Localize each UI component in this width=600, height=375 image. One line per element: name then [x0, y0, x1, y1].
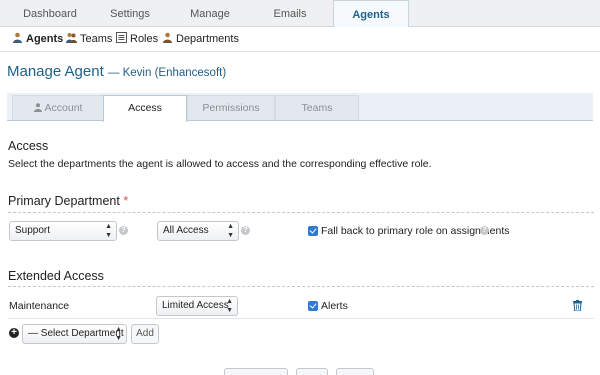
- select-value: All Access: [163, 225, 209, 236]
- divider: [8, 286, 594, 287]
- select-arrows-icon: ▲ ▼: [105, 223, 112, 239]
- primary-role-select[interactable]: All Access ▲ ▼: [157, 221, 239, 241]
- footer-button[interactable]: [224, 368, 288, 375]
- nav-tab-dashboard[interactable]: Dashboard: [12, 0, 88, 27]
- agent-icon: [12, 28, 23, 43]
- primary-department-select[interactable]: Support ▲ ▼: [9, 221, 117, 241]
- add-department-select[interactable]: — Select Department — ▲ ▼: [22, 324, 127, 344]
- teams-icon: [66, 28, 77, 43]
- help-icon[interactable]: ?: [480, 226, 489, 235]
- required-mark: *: [123, 194, 129, 208]
- select-arrows-icon: ▲ ▼: [115, 326, 122, 342]
- top-nav: Dashboard Settings Manage Emails Agents: [0, 0, 600, 28]
- divider: [8, 318, 594, 319]
- agent-tabs: Account Access Permissions Teams: [7, 93, 593, 122]
- trash-icon[interactable]: [573, 300, 582, 312]
- select-value: Limited Access: [162, 300, 229, 311]
- select-arrows-icon: ▲ ▼: [227, 223, 234, 239]
- extended-access-heading: Extended Access: [8, 269, 104, 283]
- tab-label: Permissions: [202, 102, 260, 114]
- alerts-label: Alerts: [321, 300, 348, 312]
- subnav-item-roles[interactable]: Roles: [116, 27, 158, 52]
- roles-icon: [116, 28, 127, 43]
- tab-account[interactable]: Account: [12, 95, 104, 120]
- subnav-item-departments[interactable]: Departments: [162, 27, 239, 52]
- tab-label: Account: [44, 102, 83, 114]
- nav-tab-manage[interactable]: Manage: [172, 0, 248, 27]
- nav-tab-agents[interactable]: Agents: [333, 0, 409, 28]
- help-icon[interactable]: ?: [119, 226, 128, 235]
- subnav-item-label: Teams: [80, 33, 113, 45]
- page-subtitle: — Kevin (Enhancesoft): [107, 67, 227, 79]
- page-title: Manage Agent — Kevin (Enhancesoft): [7, 63, 226, 80]
- primary-department-label: Primary Department: [8, 194, 120, 208]
- access-description: Select the departments the agent is allo…: [8, 158, 432, 170]
- fallback-checkbox[interactable]: [308, 226, 318, 236]
- tab-label: Access: [128, 102, 162, 114]
- tab-access[interactable]: Access: [103, 95, 187, 122]
- footer-button[interactable]: [296, 368, 328, 375]
- user-icon: [33, 97, 42, 122]
- alerts-checkbox[interactable]: [308, 301, 318, 311]
- nav-tab-settings[interactable]: Settings: [92, 0, 168, 27]
- primary-department-heading: Primary Department *: [8, 194, 128, 208]
- divider: [8, 212, 594, 213]
- departments-icon: [162, 28, 173, 43]
- tab-teams[interactable]: Teams: [275, 95, 359, 120]
- subnav-item-label: Departments: [176, 33, 239, 45]
- plus-icon[interactable]: +: [9, 328, 19, 338]
- footer-button[interactable]: [336, 368, 374, 375]
- subnav-item-teams[interactable]: Teams: [66, 27, 112, 52]
- tab-label: Teams: [301, 102, 333, 114]
- nav-tab-emails[interactable]: Emails: [252, 0, 328, 27]
- tab-permissions[interactable]: Permissions: [187, 95, 275, 120]
- select-arrows-icon: ▲ ▼: [226, 298, 233, 314]
- select-value: Support: [15, 225, 51, 236]
- add-button[interactable]: Add: [131, 324, 159, 344]
- help-icon[interactable]: ?: [241, 226, 250, 235]
- access-heading: Access: [8, 139, 49, 153]
- select-value: — Select Department —: [28, 328, 127, 339]
- subnav-item-agents[interactable]: Agents: [12, 27, 63, 52]
- extended-department-name: Maintenance: [9, 300, 70, 312]
- subnav-item-label: Agents: [26, 33, 64, 45]
- sub-nav: Agents Teams Roles Departments: [0, 27, 600, 52]
- page-title-text: Manage Agent: [7, 63, 104, 80]
- extended-role-select[interactable]: Limited Access ▲ ▼: [156, 296, 238, 316]
- subnav-item-label: Roles: [130, 33, 159, 45]
